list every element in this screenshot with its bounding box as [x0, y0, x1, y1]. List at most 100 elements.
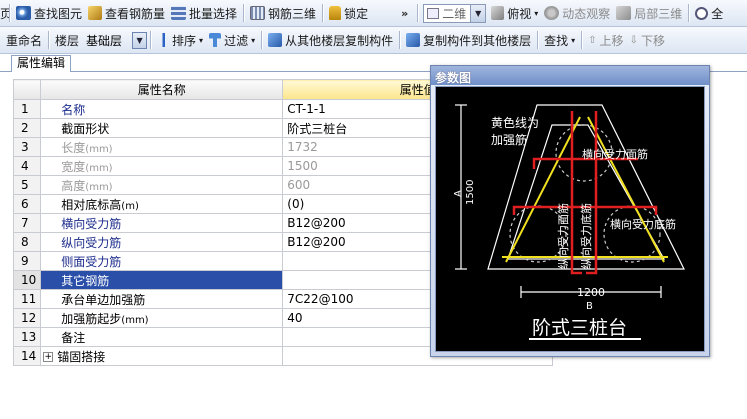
caret-down-icon: ▾ — [571, 35, 576, 45]
row-number[interactable]: 8 — [12, 232, 42, 252]
property-name-cell[interactable]: 高度(mm) — [40, 175, 284, 195]
row-number[interactable]: 1 — [12, 99, 42, 119]
floor-select[interactable]: 基础层 ▼ — [84, 31, 148, 50]
toolbar-separator — [150, 31, 152, 49]
column-header-name[interactable]: 属性名称 — [40, 79, 284, 100]
toolbar-separator — [688, 4, 690, 22]
property-name-cell[interactable]: 承台单边加强筋 — [40, 289, 284, 309]
tab-property-edit[interactable]: 属性编辑 — [11, 55, 72, 72]
toolbar-overflow-button[interactable]: » — [395, 7, 414, 20]
property-name: 横向受力筋 — [61, 216, 122, 231]
label-vertical-top: 纵向受力面筋 — [556, 203, 570, 269]
rename-button[interactable]: 重命名 — [0, 29, 45, 51]
filter-label: 过滤 — [224, 33, 249, 48]
zoom-all-icon — [695, 6, 709, 20]
row-number[interactable]: 7 — [12, 213, 42, 233]
floor-label: 楼层 — [55, 33, 80, 48]
toolbar-separator — [581, 31, 583, 49]
property-name-cell[interactable]: 侧面受力筋 — [40, 251, 284, 271]
sort-button[interactable]: 排序 ▾ — [154, 29, 206, 51]
property-name: 承台单边加强筋 — [61, 292, 146, 307]
property-name: 备注 — [61, 330, 86, 345]
view-rebar-icon — [88, 6, 103, 20]
find-element-button[interactable]: 查找图元 — [13, 2, 85, 24]
property-name-cell[interactable]: 长度(mm) — [40, 137, 284, 157]
floor-value: 基础层 — [86, 33, 123, 48]
copy-to-icon — [406, 33, 421, 47]
toolbar-separator — [261, 31, 263, 49]
property-unit: (m) — [121, 200, 139, 212]
row-number[interactable]: 5 — [12, 175, 42, 195]
local-3d-button[interactable]: 局部三维 — [613, 2, 685, 24]
view-rebar-button[interactable]: 查看钢筋量 — [85, 2, 168, 24]
row-number[interactable]: 4 — [12, 156, 42, 176]
copy-from-icon — [268, 33, 283, 47]
copy-to-label: 复制构件到其他楼层 — [423, 33, 532, 48]
property-name-cell[interactable]: 其它钢筋 — [40, 270, 284, 290]
arrow-up-icon: ⇧ — [588, 34, 597, 46]
chevron-down-icon[interactable]: ▼ — [470, 4, 486, 22]
property-name: 其它钢筋 — [61, 273, 110, 288]
property-name-cell[interactable]: 备注 — [40, 327, 284, 347]
property-name-cell[interactable]: 截面形状 — [40, 118, 284, 138]
toolbar-separator — [322, 4, 324, 22]
row-number[interactable]: 11 — [12, 289, 42, 309]
zoom-all-label: 全 — [711, 6, 724, 21]
batch-select-button[interactable]: 批量选择 — [168, 2, 240, 24]
dimension-label-b: B — [586, 301, 593, 312]
caret-down-icon: ▾ — [534, 8, 539, 18]
row-number[interactable]: 10 — [12, 270, 42, 290]
property-name-cell[interactable]: 纵向受力筋 — [40, 232, 284, 252]
arrow-down-icon: ⇩ — [629, 34, 638, 46]
row-number[interactable]: 13 — [12, 327, 42, 347]
local-3d-icon — [616, 6, 632, 20]
batch-select-icon — [171, 6, 187, 20]
move-up-button[interactable]: ⇧ 上移 — [585, 29, 626, 51]
property-name: 宽度 — [61, 159, 86, 174]
toolbar-separator — [417, 4, 419, 22]
property-name-cell[interactable]: 横向受力筋 — [40, 213, 284, 233]
row-number[interactable]: 6 — [12, 194, 42, 214]
zoom-all-button[interactable]: 全 — [692, 2, 726, 24]
row-number[interactable]: 2 — [12, 118, 42, 138]
filter-icon — [209, 33, 222, 47]
rebar-3d-button[interactable]: 钢筋三维 — [247, 2, 319, 24]
parameter-diagram-dialog[interactable]: 参数图 黄色线为 加强筋 横向受力面筋 横向受力底筋 纵向受力面筋 纵向受力底筋… — [430, 65, 710, 357]
property-name-cell[interactable]: 加强筋起步(mm) — [40, 308, 284, 328]
rebar-3d-label: 钢筋三维 — [268, 6, 317, 21]
row-number[interactable]: 3 — [12, 137, 42, 157]
filter-button[interactable]: 过滤 ▾ — [206, 29, 258, 51]
row-number[interactable]: 9 — [12, 251, 42, 271]
expand-plus-icon[interactable]: + — [43, 352, 54, 362]
copy-to-floor-button[interactable]: 复制构件到其他楼层 — [403, 29, 534, 51]
row-number[interactable]: 14 — [12, 346, 42, 366]
orbit-button[interactable]: 动态观察 — [541, 2, 613, 24]
pile-circle-right — [603, 205, 661, 263]
pile-cap-diagram: 黄色线为 加强筋 横向受力面筋 横向受力底筋 纵向受力面筋 纵向受力底筋 A 1… — [453, 104, 685, 340]
dialog-titlebar[interactable] — [431, 66, 709, 85]
dimension-label-a: A — [453, 190, 464, 197]
lock-button[interactable]: 锁定 — [326, 2, 371, 24]
toolbar-bottom: 重命名 楼层 基础层 ▼ 排序 ▾ 过滤 ▾ 从其他楼层复制构件 复制构件到其他… — [0, 27, 747, 54]
property-name-cell[interactable]: 相对底标高(m) — [40, 194, 284, 214]
row-number[interactable]: 12 — [12, 308, 42, 328]
property-name: 截面形状 — [61, 121, 110, 136]
property-name-cell[interactable]: 宽度(mm) — [40, 156, 284, 176]
view-mode-select[interactable]: 二维 ▼ — [423, 3, 487, 23]
move-down-button[interactable]: ⇩ 下移 — [627, 29, 668, 51]
toolbar-separator — [399, 31, 401, 49]
chevron-down-icon[interactable]: ▼ — [132, 31, 148, 49]
rename-label: 重命名 — [6, 33, 43, 48]
view-mode-icon — [427, 7, 440, 19]
property-name: 名称 — [61, 102, 86, 117]
diagram-caption: 阶式三桩台 — [532, 317, 627, 339]
find-label: 查找 — [544, 33, 569, 48]
local-3d-label: 局部三维 — [634, 6, 683, 21]
copy-from-floor-button[interactable]: 从其他楼层复制构件 — [265, 29, 396, 51]
find-button[interactable]: 查找 ▾ — [541, 29, 578, 51]
top-view-button[interactable]: 俯视 ▾ — [488, 2, 541, 24]
property-name-cell[interactable]: + 锚固搭接 — [40, 346, 284, 366]
toolbar-separator — [9, 4, 10, 22]
property-name-cell[interactable]: 名称 — [40, 99, 284, 119]
caret-down-icon: ▾ — [199, 35, 204, 45]
